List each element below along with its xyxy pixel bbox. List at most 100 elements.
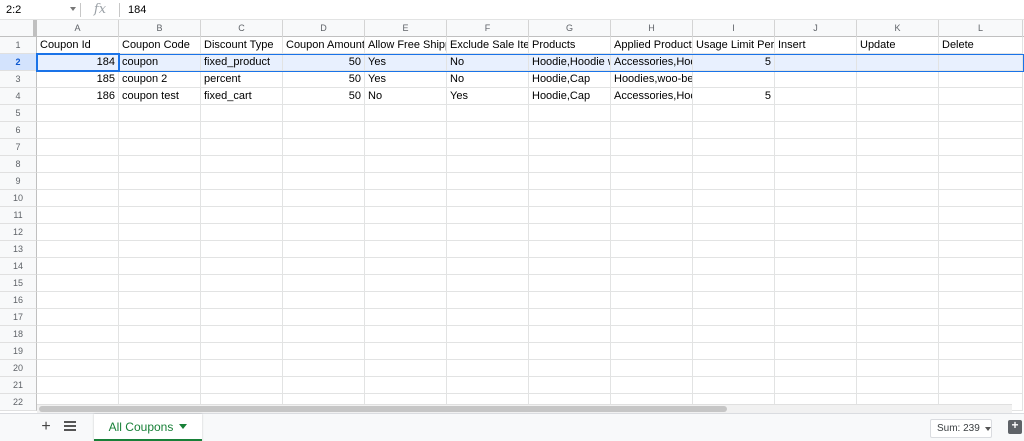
column-header-j[interactable]: J: [775, 20, 857, 37]
row-header-4[interactable]: 4: [0, 88, 37, 105]
table-cell[interactable]: [611, 258, 693, 275]
table-cell[interactable]: [365, 326, 447, 343]
table-cell[interactable]: [201, 241, 283, 258]
row-header-11[interactable]: 11: [0, 207, 37, 224]
table-cell[interactable]: 185: [37, 71, 119, 88]
row-header-21[interactable]: 21: [0, 377, 37, 394]
table-cell[interactable]: [529, 190, 611, 207]
table-cell[interactable]: [775, 241, 857, 258]
table-cell[interactable]: [857, 71, 939, 88]
table-cell[interactable]: [693, 309, 775, 326]
table-cell[interactable]: [775, 377, 857, 394]
table-cell[interactable]: [693, 207, 775, 224]
table-cell[interactable]: [365, 190, 447, 207]
column-header-e[interactable]: E: [365, 20, 447, 37]
table-cell[interactable]: [365, 377, 447, 394]
table-cell[interactable]: [529, 139, 611, 156]
table-cell[interactable]: [119, 292, 201, 309]
table-cell[interactable]: [283, 207, 365, 224]
table-cell[interactable]: [365, 275, 447, 292]
explore-icon[interactable]: [1008, 418, 1022, 434]
table-cell[interactable]: [611, 224, 693, 241]
header-cell[interactable]: Usage Limit Per: [693, 37, 775, 54]
table-cell[interactable]: [447, 377, 529, 394]
table-cell[interactable]: [693, 241, 775, 258]
table-cell[interactable]: 50: [283, 71, 365, 88]
all-sheets-menu-icon[interactable]: [64, 421, 76, 433]
table-cell[interactable]: [201, 360, 283, 377]
table-cell[interactable]: [775, 139, 857, 156]
column-header-i[interactable]: I: [693, 20, 775, 37]
table-cell[interactable]: [283, 105, 365, 122]
table-cell[interactable]: [201, 207, 283, 224]
table-cell[interactable]: [447, 207, 529, 224]
table-cell[interactable]: [119, 377, 201, 394]
table-cell[interactable]: [857, 207, 939, 224]
table-cell[interactable]: coupon test: [119, 88, 201, 105]
table-cell[interactable]: No: [447, 71, 529, 88]
table-cell[interactable]: [939, 105, 1023, 122]
table-cell[interactable]: [939, 139, 1023, 156]
row-header-6[interactable]: 6: [0, 122, 37, 139]
table-cell[interactable]: Hoodies,woo-beanie: [611, 71, 693, 88]
table-cell[interactable]: [775, 156, 857, 173]
table-cell[interactable]: [529, 173, 611, 190]
column-header-f[interactable]: F: [447, 20, 529, 37]
table-cell[interactable]: [693, 275, 775, 292]
table-cell[interactable]: [365, 105, 447, 122]
row-header-19[interactable]: 19: [0, 343, 37, 360]
table-cell[interactable]: [283, 309, 365, 326]
table-cell[interactable]: [775, 190, 857, 207]
table-cell[interactable]: [775, 173, 857, 190]
table-cell[interactable]: [447, 326, 529, 343]
table-cell[interactable]: [447, 258, 529, 275]
table-cell[interactable]: [201, 105, 283, 122]
table-cell[interactable]: [939, 207, 1023, 224]
row-header-5[interactable]: 5: [0, 105, 37, 122]
table-cell[interactable]: [693, 139, 775, 156]
horizontal-scrollbar[interactable]: [37, 404, 1012, 413]
table-cell[interactable]: coupon 2: [119, 71, 201, 88]
table-cell[interactable]: [857, 139, 939, 156]
table-cell[interactable]: [857, 224, 939, 241]
table-cell[interactable]: [611, 156, 693, 173]
table-cell[interactable]: [775, 258, 857, 275]
table-cell[interactable]: [201, 258, 283, 275]
table-cell[interactable]: [37, 377, 119, 394]
chevron-down-icon[interactable]: [70, 6, 76, 11]
row-header-16[interactable]: 16: [0, 292, 37, 309]
table-cell[interactable]: [857, 377, 939, 394]
column-header-b[interactable]: B: [119, 20, 201, 37]
table-cell[interactable]: [283, 292, 365, 309]
table-cell[interactable]: [775, 207, 857, 224]
sheet-tab-all-coupons[interactable]: All Coupons: [94, 414, 202, 441]
table-cell[interactable]: [201, 173, 283, 190]
table-cell[interactable]: [365, 258, 447, 275]
table-cell[interactable]: [447, 241, 529, 258]
table-cell[interactable]: [365, 360, 447, 377]
table-cell[interactable]: [447, 275, 529, 292]
table-cell[interactable]: [447, 309, 529, 326]
table-cell[interactable]: [693, 224, 775, 241]
table-cell[interactable]: [611, 105, 693, 122]
column-header-a[interactable]: A: [37, 20, 119, 37]
table-cell[interactable]: [529, 275, 611, 292]
table-cell[interactable]: [37, 190, 119, 207]
table-cell[interactable]: Yes: [447, 88, 529, 105]
table-cell[interactable]: [283, 377, 365, 394]
table-cell[interactable]: [775, 309, 857, 326]
table-cell[interactable]: [775, 88, 857, 105]
table-cell[interactable]: [201, 139, 283, 156]
row-header-14[interactable]: 14: [0, 258, 37, 275]
table-cell[interactable]: [201, 275, 283, 292]
table-cell[interactable]: [529, 122, 611, 139]
table-cell[interactable]: [447, 105, 529, 122]
table-cell[interactable]: [693, 173, 775, 190]
table-cell[interactable]: [857, 173, 939, 190]
table-cell[interactable]: [283, 122, 365, 139]
table-cell[interactable]: [365, 343, 447, 360]
column-header-g[interactable]: G: [529, 20, 611, 37]
table-cell[interactable]: [529, 292, 611, 309]
scrollbar-thumb[interactable]: [39, 406, 727, 412]
table-cell[interactable]: Hoodie,Cap: [529, 88, 611, 105]
